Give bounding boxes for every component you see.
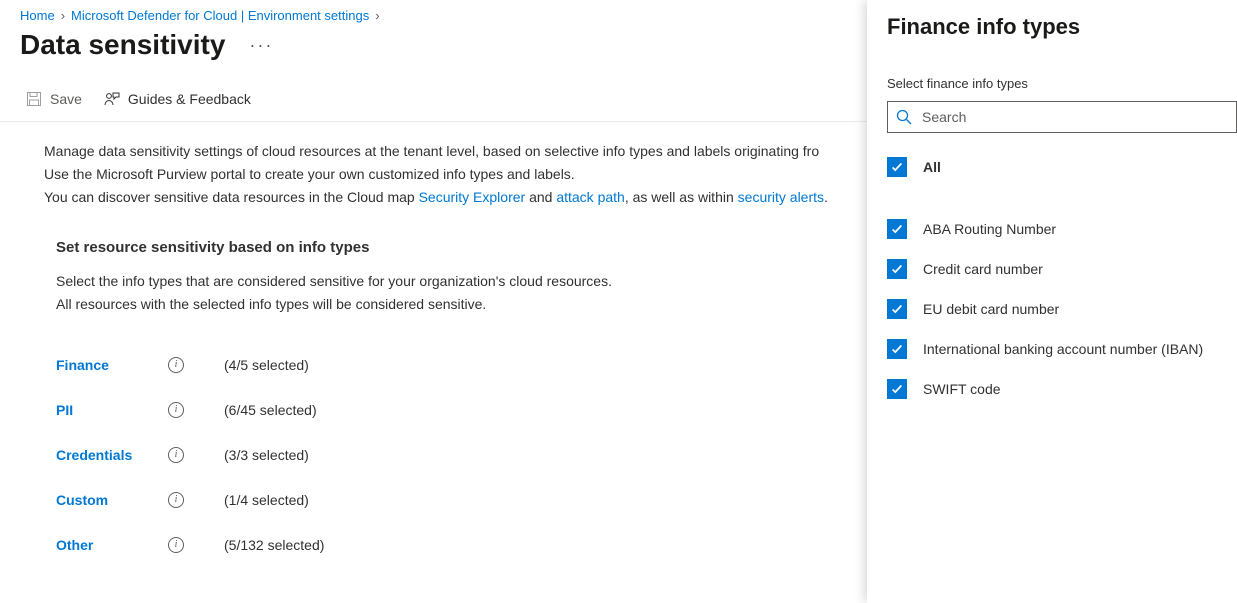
link-attack-path[interactable]: attack path <box>556 189 625 205</box>
save-icon <box>26 91 42 107</box>
link-security-alerts[interactable]: security alerts <box>738 189 824 205</box>
info-icon[interactable]: i <box>168 357 184 373</box>
search-box[interactable] <box>887 101 1237 133</box>
guides-label: Guides & Feedback <box>128 91 251 107</box>
section-subtitle: Select the info types that are considere… <box>20 270 870 316</box>
panel-title: Finance info types <box>887 14 1237 40</box>
side-panel-finance: Finance info types Select finance info t… <box>867 0 1237 603</box>
check-label: EU debit card number <box>923 301 1059 317</box>
breadcrumb-home[interactable]: Home <box>20 8 55 23</box>
description: Manage data sensitivity settings of clou… <box>20 140 870 209</box>
check-label-all: All <box>923 159 941 175</box>
desc-line1: Manage data sensitivity settings of clou… <box>44 140 870 163</box>
breadcrumb-env-settings[interactable]: Microsoft Defender for Cloud | Environme… <box>71 8 369 23</box>
category-count: (4/5 selected) <box>224 357 309 373</box>
check-label: SWIFT code <box>923 381 1001 397</box>
check-label: Credit card number <box>923 261 1043 277</box>
checkbox-credit-card[interactable] <box>887 259 907 279</box>
check-row: Credit card number <box>887 249 1237 289</box>
info-icon[interactable]: i <box>168 492 184 508</box>
category-row-pii: PII i (6/45 selected) <box>56 387 870 432</box>
category-count: (3/3 selected) <box>224 447 309 463</box>
check-row-all: All <box>887 147 1237 187</box>
check-label: ABA Routing Number <box>923 221 1056 237</box>
checkbox-aba[interactable] <box>887 219 907 239</box>
more-actions-button[interactable]: ··· <box>245 31 277 60</box>
info-icon[interactable]: i <box>168 447 184 463</box>
search-icon <box>896 109 912 125</box>
category-link-pii[interactable]: PII <box>56 402 168 418</box>
desc-line3: You can discover sensitive data resource… <box>44 186 870 209</box>
guides-feedback-button[interactable]: Guides & Feedback <box>104 91 251 107</box>
save-button[interactable]: Save <box>26 91 82 107</box>
desc-line2: Use the Microsoft Purview portal to crea… <box>44 163 870 186</box>
link-security-explorer[interactable]: Security Explorer <box>419 189 526 205</box>
check-row: International banking account number (IB… <box>887 329 1237 369</box>
category-link-credentials[interactable]: Credentials <box>56 447 168 463</box>
category-row-credentials: Credentials i (3/3 selected) <box>56 432 870 477</box>
category-count: (5/132 selected) <box>224 537 324 553</box>
check-row: EU debit card number <box>887 289 1237 329</box>
toolbar: Save Guides & Feedback <box>0 91 890 122</box>
save-label: Save <box>50 91 82 107</box>
checkbox-swift[interactable] <box>887 379 907 399</box>
check-row: SWIFT code <box>887 369 1237 409</box>
info-icon[interactable]: i <box>168 402 184 418</box>
category-count: (6/45 selected) <box>224 402 317 418</box>
category-list: Finance i (4/5 selected) PII i (6/45 sel… <box>20 342 870 567</box>
category-row-other: Other i (5/132 selected) <box>56 522 870 567</box>
check-label: International banking account number (IB… <box>923 341 1203 357</box>
category-row-finance: Finance i (4/5 selected) <box>56 342 870 387</box>
checkbox-iban[interactable] <box>887 339 907 359</box>
checkbox-all[interactable] <box>887 157 907 177</box>
section-title: Set resource sensitivity based on info t… <box>20 239 870 256</box>
breadcrumb: Home › Microsoft Defender for Cloud | En… <box>20 8 870 23</box>
person-feedback-icon <box>104 91 120 107</box>
search-input[interactable] <box>922 109 1236 125</box>
info-icon[interactable]: i <box>168 537 184 553</box>
check-row: ABA Routing Number <box>887 209 1237 249</box>
panel-subtitle: Select finance info types <box>887 76 1237 91</box>
category-link-other[interactable]: Other <box>56 537 168 553</box>
category-link-custom[interactable]: Custom <box>56 492 168 508</box>
category-count: (1/4 selected) <box>224 492 309 508</box>
category-row-custom: Custom i (1/4 selected) <box>56 477 870 522</box>
checkbox-eu-debit[interactable] <box>887 299 907 319</box>
chevron-right-icon: › <box>61 8 65 23</box>
category-link-finance[interactable]: Finance <box>56 357 168 373</box>
page-title: Data sensitivity <box>20 29 225 61</box>
chevron-right-icon: › <box>375 8 379 23</box>
